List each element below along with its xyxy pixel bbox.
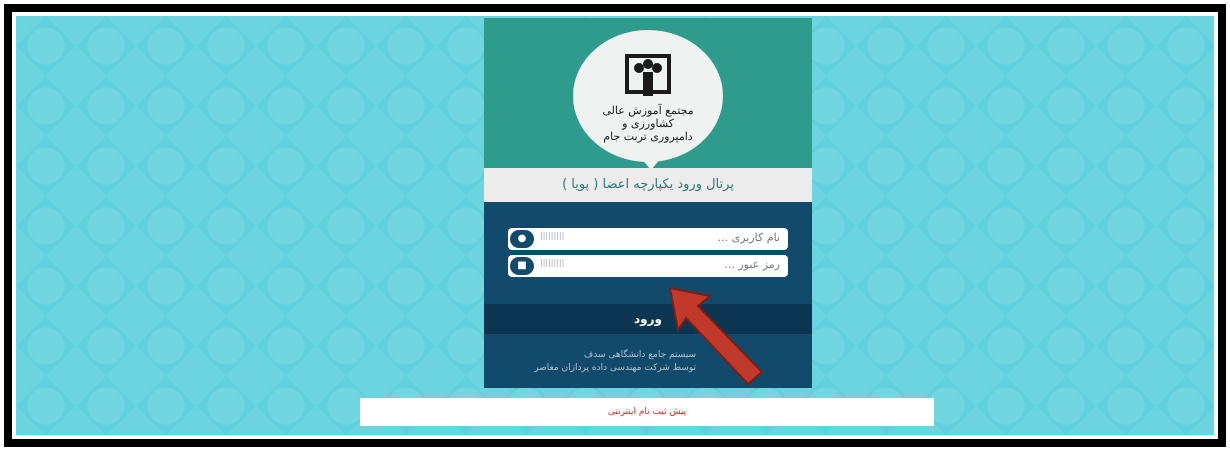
logo-text: مجتمع آموزش عالی کشاورزی و دامپروری تربت…	[588, 104, 708, 143]
user-icon: ●	[510, 230, 534, 248]
logo-bubble: مجتمع آموزش عالی کشاورزی و دامپروری تربت…	[573, 30, 723, 162]
username-field-code: |||||||||	[540, 231, 565, 240]
logo-line-2: دامپروری تربت جام	[603, 130, 693, 143]
password-placeholder: رمز عبور ...	[724, 258, 780, 271]
red-arrow-icon	[668, 286, 764, 386]
logo-bubble-tail	[641, 158, 661, 170]
lock-icon: ■	[510, 257, 534, 275]
panel-header: مجتمع آموزش عالی کشاورزی و دامپروری تربت…	[484, 18, 812, 170]
username-placeholder: نام کاربری ...	[717, 231, 780, 244]
university-logo-icon	[625, 54, 671, 96]
logo-line-1: مجتمع آموزش عالی کشاورزی و	[602, 104, 694, 130]
login-form: ● ||||||||| نام کاربری ... ■ ||||||||| ر…	[484, 202, 812, 288]
username-field[interactable]: ● ||||||||| نام کاربری ...	[508, 228, 788, 250]
portal-title: پرتال ورود یکپارچه اعضا ( پویا )	[484, 168, 812, 202]
pre-registration-link[interactable]: پیش ثبت نام اینترنتی	[360, 398, 934, 426]
password-field-code: |||||||||	[540, 258, 565, 267]
password-field[interactable]: ■ ||||||||| رمز عبور ...	[508, 255, 788, 277]
